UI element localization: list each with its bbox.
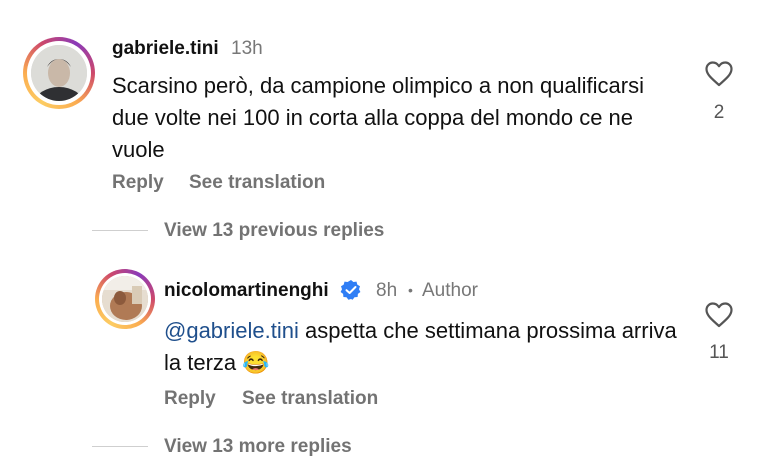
reply-username[interactable]: nicolomartinenghi: [164, 280, 329, 302]
avatar-photo: [31, 45, 87, 101]
more-replies-divider: [92, 446, 148, 447]
comment-time: 13h: [231, 38, 263, 59]
reply-avatar[interactable]: [95, 269, 155, 329]
comment-reply-button[interactable]: Reply: [112, 172, 164, 194]
comment-text: Scarsino però, da campione olimpico a no…: [112, 73, 644, 162]
reply-text: @gabriele.tini aspetta che settimana pro…: [164, 315, 684, 379]
reply-translate-button[interactable]: See translation: [242, 388, 378, 410]
previous-replies-divider: [92, 230, 148, 231]
comment-translate-button[interactable]: See translation: [189, 172, 325, 194]
reply-meta-separator: •: [408, 282, 413, 298]
verified-badge-icon: [340, 279, 362, 306]
laughing-emoji: 😂: [242, 350, 270, 375]
reply-like-count: 11: [709, 342, 729, 363]
reply-author-label: Author: [422, 280, 478, 301]
avatar-photo: [102, 276, 148, 322]
reply-mention-link[interactable]: @gabriele.tini: [164, 318, 299, 343]
reply-like-heart-icon[interactable]: [705, 302, 733, 333]
comment-avatar[interactable]: [23, 37, 95, 109]
reply-reply-button[interactable]: Reply: [164, 388, 216, 410]
comment-username[interactable]: gabriele.tini: [112, 38, 219, 60]
reply-time: 8h: [376, 280, 398, 301]
view-more-replies-link[interactable]: View 13 more replies: [164, 436, 352, 458]
comment-like-heart-icon[interactable]: [705, 61, 733, 92]
comment-like-count: 2: [713, 102, 725, 123]
view-previous-replies-link[interactable]: View 13 previous replies: [164, 220, 384, 242]
